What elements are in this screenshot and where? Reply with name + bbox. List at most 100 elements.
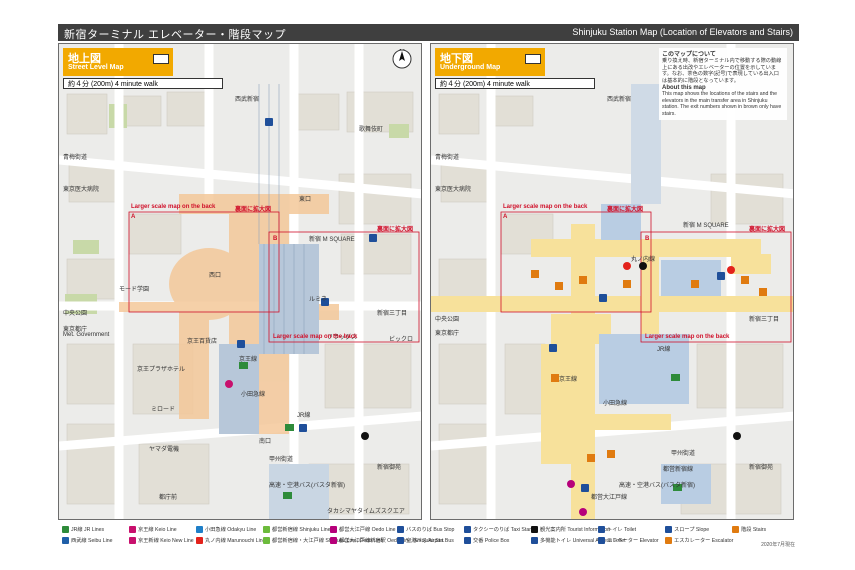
label-keio-line: 京王線 bbox=[239, 357, 258, 363]
legend-item: JR線 JR Lines bbox=[62, 526, 105, 534]
legend-label: エレベーター Elevator bbox=[607, 538, 659, 544]
legend-swatch-icon bbox=[62, 537, 69, 545]
label-reverse-b: 裏面に拡大図 bbox=[377, 227, 414, 233]
legend-item: 都営大江戸線 Oedo Line bbox=[330, 526, 396, 534]
label-koshu-kaido: 甲州街道 bbox=[269, 457, 294, 463]
label-tokyo-med: 東京医大病院 bbox=[63, 187, 100, 193]
label-mode-gakuen: モード学園 bbox=[119, 287, 150, 293]
legend-swatch-icon bbox=[464, 526, 471, 534]
street-map-canvas bbox=[59, 44, 421, 519]
label-jr-line: JR線 bbox=[657, 347, 671, 353]
label-reverse-a: 裏面に拡大図 bbox=[607, 207, 644, 213]
label-oedo: 都営大江戸線 bbox=[591, 495, 628, 501]
label-higashi-guchi: 東口 bbox=[299, 197, 312, 203]
legend-swatch-icon bbox=[330, 526, 337, 534]
label-yamada: ヤマダ電機 bbox=[149, 447, 180, 453]
label-shinjuku-m: 新宿 M SQUARE bbox=[683, 223, 729, 229]
legend-item: 小田急線 Odakyu Line bbox=[196, 526, 257, 534]
label-a: A bbox=[503, 214, 508, 220]
header-title-en: Shinjuku Station Map (Location of Elevat… bbox=[572, 27, 793, 37]
legend-swatch-icon bbox=[263, 526, 270, 534]
legend-item: エレベーター Elevator bbox=[598, 537, 659, 545]
legend-swatch-icon bbox=[397, 526, 404, 534]
legend-label: バスのりば Bus Stop bbox=[406, 527, 455, 533]
label-nishi-guchi: 西口 bbox=[209, 273, 222, 279]
label-keio-line: 京王線 bbox=[559, 377, 578, 383]
legend-item: バスのりば Bus Stop bbox=[397, 526, 455, 534]
compass-icon: N bbox=[391, 48, 413, 76]
label-minami-guchi: 南口 bbox=[259, 439, 272, 445]
legend-label: 階段 Stairs bbox=[741, 527, 767, 533]
legend-label: JR線 JR Lines bbox=[71, 527, 105, 533]
label-seibu-shinjuku: 西武新宿 bbox=[607, 97, 632, 103]
legend-swatch-icon bbox=[129, 526, 136, 534]
legend-label: 交番 Police Box bbox=[473, 538, 510, 544]
legend-swatch-icon bbox=[464, 537, 471, 545]
label-odakyu: 小田急線 bbox=[603, 401, 628, 407]
label-large-b: Larger scale map on the back bbox=[645, 334, 730, 340]
label-chuo-park: 中央公園 bbox=[435, 317, 460, 323]
legend-item: 交番 Police Box bbox=[464, 537, 510, 545]
underground-map-title-en: Underground Map bbox=[440, 64, 501, 71]
legend-label: 京王新線 Keio New Line bbox=[138, 538, 194, 544]
label-reverse-a: 裏面に拡大図 bbox=[235, 207, 272, 213]
map-sheet: 新宿ターミナル エレベーター・階段マップ Shinjuku Station Ma… bbox=[58, 24, 799, 549]
label-kabukicho: 歌舞伎町 bbox=[359, 127, 384, 133]
label-shinjuku-3: 新宿三丁目 bbox=[377, 311, 408, 317]
legend-item: エスカレーター Escalator bbox=[665, 537, 734, 545]
legend-swatch-icon bbox=[531, 537, 538, 545]
legend-item: 都営新宿線 Shinjuku Line bbox=[263, 526, 331, 534]
label-busta: 高速・空港バス(バスタ新宿) bbox=[269, 483, 345, 489]
legend-item: スロープ Slope bbox=[665, 526, 710, 534]
note-text-jp: 乗り換え時、新宿ターミナル内で移動する際の動線上にある出改やエレベーターの位置を… bbox=[662, 58, 782, 84]
legend-item: 京王線 Keio Line bbox=[129, 526, 177, 534]
flag-icon bbox=[525, 54, 541, 64]
street-level-map[interactable]: 地上図 Street Level Map 約４分 (200m) 4 minute… bbox=[58, 43, 422, 520]
legend-swatch-icon bbox=[330, 537, 337, 545]
legend-label: 都営新宿線 Shinjuku Line bbox=[272, 527, 331, 533]
legend-label: 小田急線 Odakyu Line bbox=[205, 527, 257, 533]
legend-label: トイレ Toilet bbox=[607, 527, 637, 533]
underground-map-title: 地下図 Underground Map bbox=[435, 48, 545, 76]
legend-swatch-icon bbox=[598, 537, 605, 545]
legend-item: 階段 Stairs bbox=[732, 526, 767, 534]
label-b: B bbox=[273, 236, 278, 242]
legend-swatch-icon bbox=[196, 526, 203, 534]
legend-swatch-icon bbox=[62, 526, 69, 534]
legend-label: エスカレーター Escalator bbox=[674, 538, 734, 544]
street-map-title: 地上図 Street Level Map bbox=[63, 48, 173, 76]
legend-label: スロープ Slope bbox=[674, 527, 710, 533]
label-keio-plaza: 京王プラザホテル bbox=[137, 367, 186, 373]
header-title-jp: 新宿ターミナル エレベーター・階段マップ bbox=[64, 29, 287, 41]
legend-item: 京王新線 Keio New Line bbox=[129, 537, 194, 545]
legend-swatch-icon bbox=[129, 537, 136, 545]
label-seibu-shinjuku: 西武新宿 bbox=[235, 97, 260, 103]
label-lumine: ルミネ bbox=[309, 297, 328, 303]
about-map-note: このマップについて 乗り換え時、新宿ターミナル内で移動する際の動線上にある出改や… bbox=[659, 48, 787, 121]
label-takashimaya: タカシマヤタイムズスクエア bbox=[327, 509, 405, 515]
legend-swatch-icon bbox=[598, 526, 605, 534]
label-mylord: ミロード bbox=[151, 407, 176, 413]
walk-scale: 約４分 (200m) 4 minute walk bbox=[63, 78, 223, 89]
label-marunouchi: 丸ノ内線 bbox=[631, 257, 656, 263]
label-shinjuku-gyoen: 新宿御苑 bbox=[377, 465, 402, 471]
label-large-a: Larger scale map on the back bbox=[131, 204, 216, 210]
legend-swatch-icon bbox=[263, 537, 270, 545]
legend-label: タクシーのりば Taxi Stand bbox=[473, 527, 535, 533]
label-bicqlo: ビックロ bbox=[389, 337, 414, 343]
legend-swatch-icon bbox=[397, 537, 404, 545]
label-a: A bbox=[131, 214, 136, 220]
note-text-en: This map shows the locations of the stai… bbox=[662, 91, 782, 117]
label-tokyo-med: 東京医大病院 bbox=[435, 187, 472, 193]
legend-swatch-icon bbox=[665, 526, 672, 534]
legend-label: 丸ノ内線 Marunouchi Line bbox=[205, 538, 266, 544]
legend-swatch-icon bbox=[531, 526, 538, 534]
label-reverse-b: 裏面に拡大図 bbox=[749, 227, 786, 233]
legend-label: 空港バス Airport Bus bbox=[406, 538, 454, 544]
label-tochomae: 都庁前 bbox=[159, 495, 178, 501]
underground-map[interactable]: 地下図 Underground Map 約４分 (200m) 4 minute … bbox=[430, 43, 794, 520]
legend-label: 都営大江戸線 Oedo Line bbox=[339, 527, 396, 533]
label-shinjuku-gyoen: 新宿御苑 bbox=[749, 465, 774, 471]
flag-icon bbox=[153, 54, 169, 64]
label-large-a: Larger scale map on the back bbox=[503, 204, 588, 210]
